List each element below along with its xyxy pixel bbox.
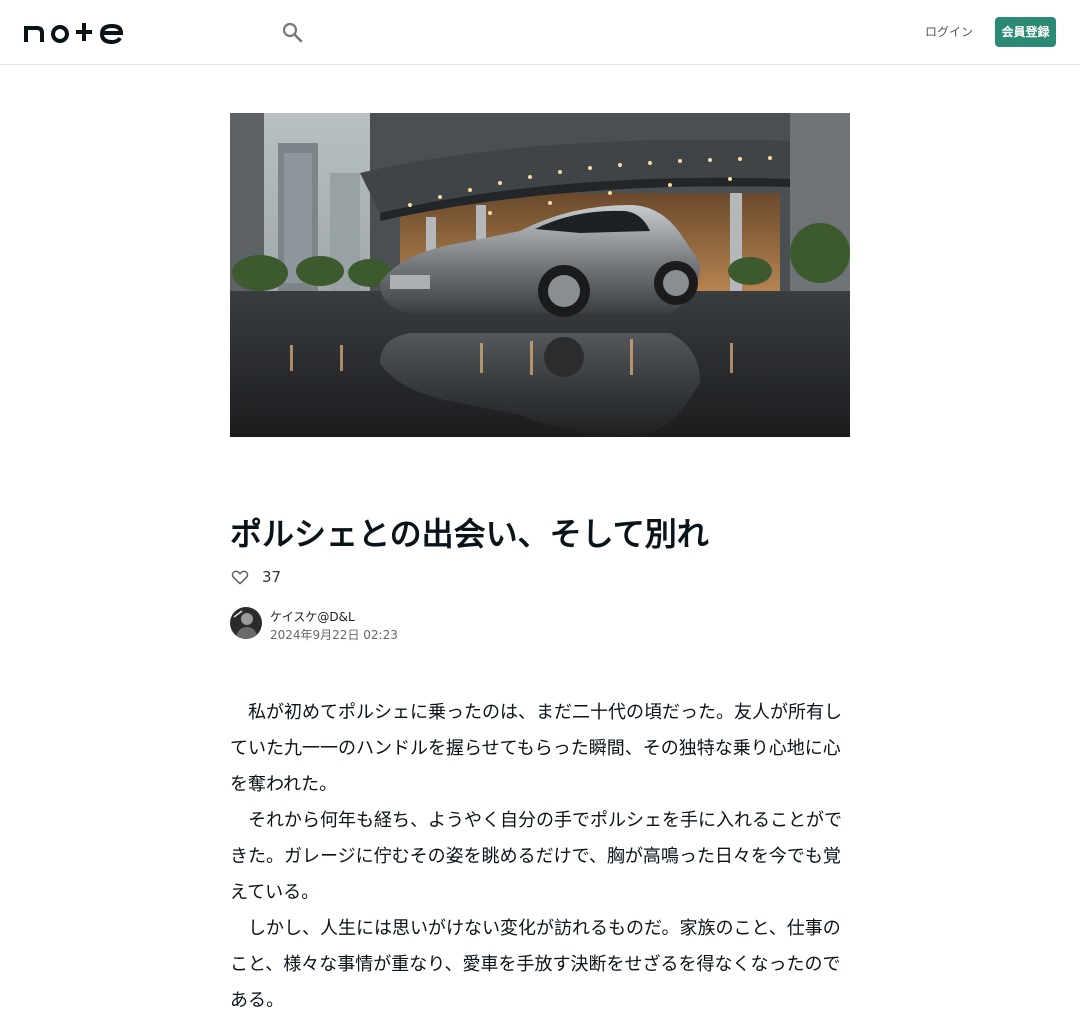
- author-name[interactable]: ケイスケ@D&L: [270, 608, 355, 625]
- heart-icon[interactable]: [230, 567, 250, 587]
- site-header: ログイン 会員登録: [0, 0, 1080, 65]
- hero-image: [230, 113, 850, 437]
- article-title: ポルシェとの出会い、そして別れ: [230, 515, 709, 553]
- signup-button[interactable]: 会員登録: [995, 17, 1056, 47]
- like-section: 37: [230, 566, 281, 588]
- search-button[interactable]: [280, 20, 304, 44]
- login-link[interactable]: ログイン: [924, 22, 974, 42]
- note-logo[interactable]: [24, 20, 124, 44]
- paragraph-2: それから何年も経ち、ようやく自分の手でポルシェを手に入れることができた。ガレージ…: [230, 810, 842, 903]
- paragraph-3: しかし、人生には思いがけない変化が訪れるものだ。家族のこと、仕事のこと、様々な事…: [230, 918, 841, 1011]
- avatar[interactable]: [230, 607, 262, 639]
- like-count: 37: [262, 568, 282, 586]
- paragraph-1: 私が初めてポルシェに乗ったのは、まだ二十代の頃だった。友人が所有していた九一一の…: [230, 702, 842, 795]
- post-date: 2024年9月22日 02:23: [270, 628, 398, 642]
- search-icon: [282, 22, 303, 43]
